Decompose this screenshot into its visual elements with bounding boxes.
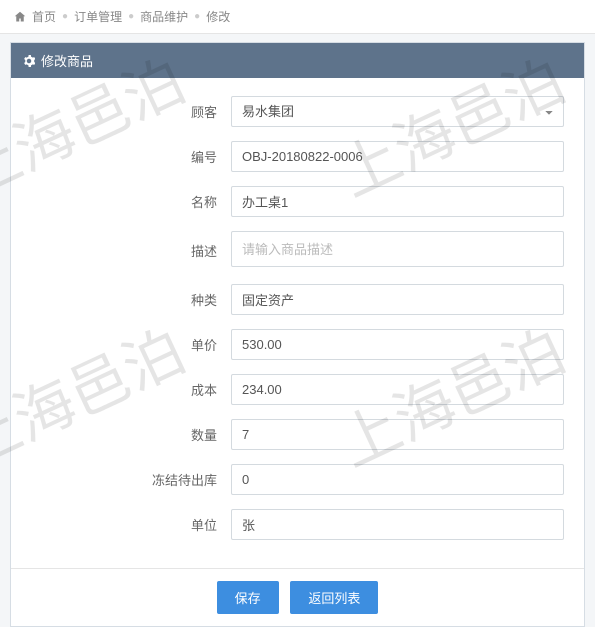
row-cost: 成本 [31, 374, 564, 405]
customer-select[interactable]: 易水集团 [231, 96, 564, 127]
label-customer: 顾客 [31, 102, 231, 121]
label-unit: 单位 [31, 515, 231, 534]
row-frozen: 冻结待出库 [31, 464, 564, 495]
label-price: 单价 [31, 335, 231, 354]
price-input[interactable] [231, 329, 564, 360]
row-desc: 描述 [31, 231, 564, 270]
label-qty: 数量 [31, 425, 231, 444]
row-name: 名称 [31, 186, 564, 217]
panel-footer: 保存 返回列表 [11, 568, 584, 626]
label-cost: 成本 [31, 380, 231, 399]
row-price: 单价 [31, 329, 564, 360]
label-code: 编号 [31, 147, 231, 166]
label-category: 种类 [31, 290, 231, 309]
save-button[interactable]: 保存 [217, 581, 279, 614]
back-button[interactable]: 返回列表 [290, 581, 378, 614]
desc-textarea[interactable] [231, 231, 564, 267]
row-category: 种类 [31, 284, 564, 315]
panel-header: 修改商品 [11, 43, 584, 78]
cost-input[interactable] [231, 374, 564, 405]
label-name: 名称 [31, 192, 231, 211]
category-input[interactable] [231, 284, 564, 315]
breadcrumb-sep-icon: ● [194, 11, 200, 22]
form-body: 顾客 易水集团 编号 名称 描述 种类 [11, 78, 584, 558]
panel-title: 修改商品 [41, 51, 93, 70]
breadcrumb-sep-icon: ● [62, 11, 68, 22]
breadcrumb-home[interactable]: 首页 [32, 8, 56, 25]
row-unit: 单位 [31, 509, 564, 540]
edit-panel: 修改商品 顾客 易水集团 编号 名称 描述 [10, 42, 585, 627]
row-customer: 顾客 易水集团 [31, 96, 564, 127]
unit-input[interactable] [231, 509, 564, 540]
name-input[interactable] [231, 186, 564, 217]
breadcrumb-item-orders[interactable]: 订单管理 [74, 8, 122, 25]
frozen-input[interactable] [231, 464, 564, 495]
home-icon [14, 11, 26, 23]
label-frozen: 冻结待出库 [31, 470, 231, 489]
breadcrumb-item-product[interactable]: 商品维护 [140, 8, 188, 25]
row-code: 编号 [31, 141, 564, 172]
gear-icon [23, 55, 35, 67]
row-qty: 数量 [31, 419, 564, 450]
breadcrumb-item-edit: 修改 [206, 8, 230, 25]
qty-input[interactable] [231, 419, 564, 450]
breadcrumb: 首页 ● 订单管理 ● 商品维护 ● 修改 [0, 0, 595, 34]
label-desc: 描述 [31, 241, 231, 260]
breadcrumb-sep-icon: ● [128, 11, 134, 22]
code-input[interactable] [231, 141, 564, 172]
